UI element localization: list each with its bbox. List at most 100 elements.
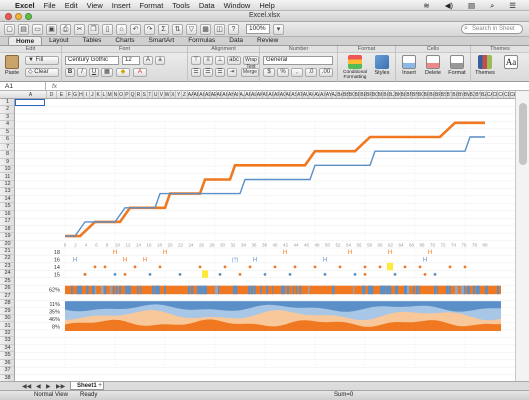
name-box[interactable]: A1 [2, 82, 46, 91]
decrease-decimal-icon[interactable]: .00 [319, 68, 333, 77]
view-mode[interactable]: Normal View [34, 391, 68, 400]
next-sheet-icon[interactable]: ▶ [46, 383, 51, 390]
align-center-icon[interactable]: ☰ [203, 68, 213, 77]
row-header[interactable]: 37 [0, 367, 14, 375]
row-header[interactable]: 16 [0, 211, 14, 219]
menu-edit[interactable]: Edit [65, 1, 78, 10]
status-sum[interactable]: Sum=0 [334, 391, 353, 400]
format-painter-icon[interactable]: ⌂ [116, 23, 127, 35]
first-sheet-icon[interactable]: ◀◀ [22, 383, 31, 390]
menu-data[interactable]: Data [199, 1, 215, 10]
currency-icon[interactable]: $ [263, 68, 275, 77]
cut-icon[interactable]: ✂ [74, 23, 85, 35]
row-header[interactable]: 3 [0, 114, 14, 122]
row-header[interactable]: 20 [0, 241, 14, 248]
font-name-select[interactable]: Century Gothic [65, 56, 119, 65]
percent-icon[interactable]: % [277, 68, 289, 77]
grow-font-icon[interactable]: A [143, 56, 153, 65]
tab-tables[interactable]: Tables [76, 36, 109, 45]
fill-color-icon[interactable]: ◆ [116, 68, 130, 77]
prev-sheet-icon[interactable]: ◀ [36, 383, 41, 390]
align-left-icon[interactable]: ☰ [191, 68, 201, 77]
tab-layout[interactable]: Layout [42, 36, 76, 45]
row-header[interactable]: 30 [0, 315, 14, 323]
tab-home[interactable]: Home [8, 36, 43, 45]
merge-button[interactable]: Merge [241, 68, 259, 77]
wifi-icon[interactable]: ≋ [423, 1, 429, 10]
menu-tools[interactable]: Tools [172, 1, 190, 10]
row-header[interactable]: 25 [0, 278, 14, 286]
conditional-formatting-button[interactable]: Conditional Formatting [340, 55, 370, 80]
comma-icon[interactable]: , [291, 68, 303, 77]
row-header[interactable]: 17 [0, 218, 14, 226]
toolbox-icon[interactable]: ◫ [214, 23, 225, 35]
row-header[interactable]: 12 [0, 181, 14, 189]
tab-charts[interactable]: Charts [108, 36, 141, 45]
row-header[interactable]: 24 [0, 270, 14, 278]
themes-button[interactable]: Themes [473, 55, 497, 76]
row-header[interactable]: 22 [0, 255, 14, 263]
undo-icon[interactable]: ↶ [130, 23, 141, 35]
row-header[interactable]: 31 [0, 323, 14, 330]
row-header[interactable]: 9 [0, 159, 14, 167]
row-header[interactable]: 27 [0, 293, 14, 301]
row-header[interactable]: 13 [0, 188, 14, 196]
indent-icon[interactable]: ⇥ [227, 68, 237, 77]
row-header[interactable]: 2 [0, 106, 14, 114]
add-sheet-icon[interactable]: + [98, 382, 102, 390]
row-header[interactable]: 29 [0, 308, 14, 316]
align-top-icon[interactable]: ⊤ [191, 56, 201, 65]
gallery-icon[interactable]: ▦ [200, 23, 211, 35]
increase-decimal-icon[interactable]: .0 [305, 68, 317, 77]
row-header[interactable]: 21 [0, 248, 14, 256]
redo-icon[interactable]: ↷ [144, 23, 155, 35]
filter-icon[interactable]: ▽ [186, 23, 197, 35]
copy-icon[interactable]: ❐ [88, 23, 99, 35]
row-header[interactable]: 4 [0, 121, 14, 129]
menu-excel[interactable]: Excel [15, 1, 35, 10]
format-cells-button[interactable]: Format [445, 55, 469, 76]
row-header[interactable]: 35 [0, 352, 14, 360]
row-header[interactable]: 5 [0, 129, 14, 137]
insert-cells-button[interactable]: Insert [397, 55, 421, 76]
row-header[interactable]: 36 [0, 360, 14, 368]
column-header[interactable]: A [15, 91, 47, 98]
sort-icon[interactable]: ⇅ [172, 23, 183, 35]
align-right-icon[interactable]: ☰ [215, 68, 225, 77]
row-header[interactable]: 14 [0, 196, 14, 204]
column-header[interactable]: D [47, 91, 57, 98]
scrollbar-thumb[interactable] [519, 103, 527, 165]
row-header[interactable]: 34 [0, 345, 14, 353]
vertical-scrollbar[interactable] [515, 91, 529, 381]
last-sheet-icon[interactable]: ▶▶ [56, 383, 65, 390]
print-icon[interactable]: ⎙ [60, 23, 71, 35]
spotlight-icon[interactable]: ⌕ [490, 1, 494, 11]
orientation-button[interactable]: abc [227, 56, 241, 65]
align-middle-icon[interactable]: ≡ [203, 56, 213, 65]
search-input[interactable]: ⌕ Search in Sheet [461, 24, 523, 34]
open-icon[interactable]: ▭ [32, 23, 43, 35]
zoom-select[interactable]: 100% [246, 24, 270, 34]
list-icon[interactable]: ☰ [509, 1, 516, 10]
borders-icon[interactable]: ▦ [101, 68, 113, 77]
row-header[interactable]: 6 [0, 136, 14, 144]
row-header[interactable]: 19 [0, 233, 14, 241]
bold-icon[interactable]: B [65, 68, 75, 77]
row-header[interactable]: 8 [0, 151, 14, 159]
clear-button[interactable]: ◇ Clear [25, 68, 59, 77]
underline-icon[interactable]: U [89, 68, 99, 77]
row-header[interactable]: 33 [0, 337, 14, 345]
row-header[interactable]: 1 [0, 99, 14, 107]
tab-review[interactable]: Review [250, 36, 285, 45]
row-header[interactable]: 32 [0, 330, 14, 338]
font-color-icon[interactable]: A [133, 68, 147, 77]
volume-icon[interactable]: ◀) [445, 1, 453, 10]
menu-window[interactable]: Window [224, 1, 251, 10]
row-header[interactable]: 18 [0, 226, 14, 234]
row-header[interactable]: 10 [0, 166, 14, 174]
paste-icon[interactable]: ▯ [102, 23, 113, 35]
menu-insert[interactable]: Insert [112, 1, 131, 10]
row-header[interactable]: 28 [0, 300, 14, 308]
delete-cells-button[interactable]: Delete [421, 55, 445, 76]
worksheet-grid[interactable]: 0 2 4 6 8 10 12 14 16 18 20 22 24 26 28 30 32 34 36 38 40 42 4… [15, 99, 515, 381]
